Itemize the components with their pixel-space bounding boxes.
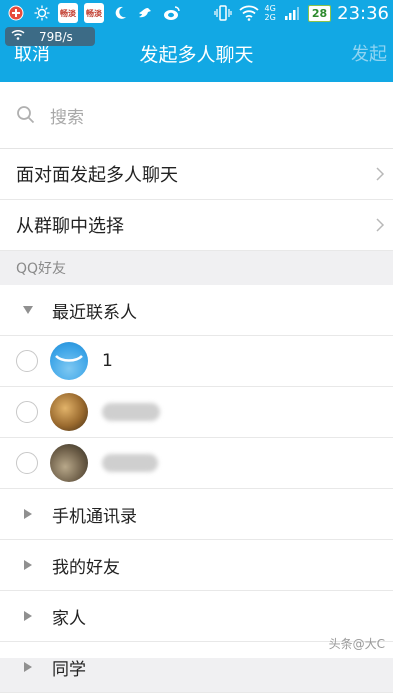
wifi-icon <box>11 29 25 44</box>
group-label: 同学 <box>52 659 86 680</box>
select-radio[interactable] <box>16 401 38 423</box>
avatar <box>50 342 88 380</box>
watermark: 头条@大C <box>328 637 385 651</box>
option-label: 面对面发起多人聊天 <box>16 165 178 186</box>
triangle-right-icon <box>20 560 36 570</box>
search-bar[interactable]: 搜索 <box>0 82 393 149</box>
add-icon <box>6 3 26 23</box>
select-from-group-option[interactable]: 从群聊中选择 <box>0 200 393 251</box>
select-radio[interactable] <box>16 350 38 372</box>
group-phone-contacts[interactable]: 手机通讯录 <box>0 489 393 540</box>
chevron-right-icon <box>376 167 385 181</box>
vibrate-icon <box>213 3 233 23</box>
status-icons: 畅淡 畅淡 <box>6 3 182 23</box>
brightness-icon <box>32 3 52 23</box>
group-my-friends[interactable]: 我的好友 <box>0 540 393 591</box>
group-label: 手机通讯录 <box>52 506 137 527</box>
network-speed-badge: 79B/s <box>5 27 95 46</box>
group-label: 最近联系人 <box>52 302 137 323</box>
status-right: 4G 2G 28 23:36 <box>213 2 389 24</box>
triangle-down-icon <box>20 306 36 314</box>
section-header: QQ好友 <box>0 251 393 285</box>
status-bar: 畅淡 畅淡 4G 2G 28 23:36 <box>0 0 393 26</box>
triangle-right-icon <box>20 662 36 672</box>
face-to-face-chat-option[interactable]: 面对面发起多人聊天 <box>0 149 393 200</box>
contact-row[interactable]: 1 <box>0 336 393 387</box>
start-chat-button[interactable]: 发起 <box>351 40 387 66</box>
group-recent-contacts[interactable]: 最近联系人 <box>0 285 393 336</box>
option-label: 从群聊中选择 <box>16 216 124 237</box>
chevron-right-icon <box>376 218 385 232</box>
weibo-icon <box>162 3 182 23</box>
contact-row[interactable] <box>0 387 393 438</box>
signal-icon <box>282 3 302 23</box>
triangle-right-icon <box>20 509 36 519</box>
contact-row[interactable] <box>0 438 393 489</box>
avatar <box>50 444 88 482</box>
main-content: 搜索 面对面发起多人聊天 从群聊中选择 QQ好友 最近联系人 1 手机通讯录 我… <box>0 82 393 693</box>
select-radio[interactable] <box>16 452 38 474</box>
moon-icon <box>110 3 130 23</box>
avatar <box>50 393 88 431</box>
redacted-name <box>102 454 158 472</box>
redacted-name <box>102 403 160 421</box>
wifi-icon <box>238 3 259 23</box>
app-icon: 畅淡 <box>58 3 78 23</box>
bird-icon <box>136 3 156 23</box>
contact-name: 1 <box>102 351 113 371</box>
battery-indicator: 28 <box>307 4 332 22</box>
network-speed: 79B/s <box>39 29 73 44</box>
search-placeholder: 搜索 <box>50 107 84 128</box>
group-label: 我的好友 <box>52 557 120 578</box>
group-label: 家人 <box>52 608 86 629</box>
search-icon <box>17 106 35 124</box>
network-type: 4G 2G <box>264 4 276 22</box>
app-icon: 畅淡 <box>84 3 104 23</box>
clock: 23:36 <box>337 2 389 24</box>
triangle-right-icon <box>20 611 36 621</box>
